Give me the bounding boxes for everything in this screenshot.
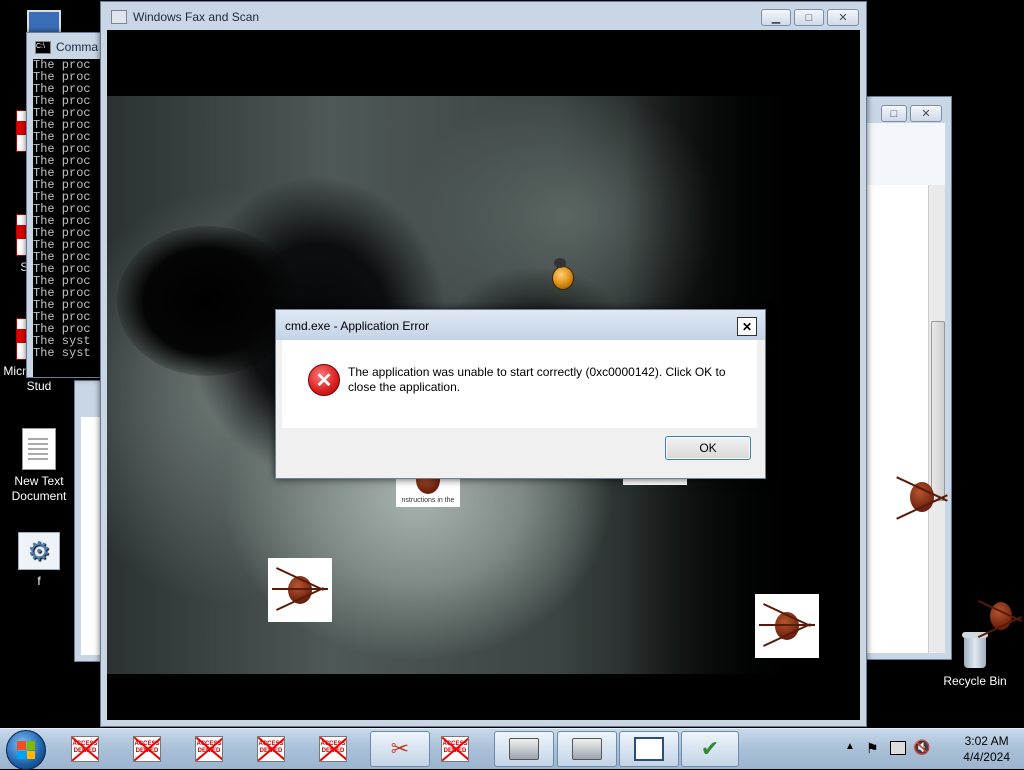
bug-sprite [546,258,578,290]
access-denied-icon: ACCESS DENIED [257,736,285,762]
taskbar-button-access-denied[interactable]: ACCESS DENIED [120,731,174,767]
clock-date: 4/4/2024 [963,750,1010,764]
console-line: The syst [33,346,91,360]
window-title: Comma [56,40,99,54]
network-icon[interactable] [890,741,906,755]
access-denied-icon: ACCESS DENIED [441,736,469,762]
printer-icon [572,738,602,760]
spider-caption: nstructions in the [401,497,455,504]
warning-checkmark-icon: ✔ [700,736,720,761]
taskbar-button-access-denied[interactable]: ACCESS DENIED [306,731,360,767]
taskbar-button-access-denied[interactable]: ACCESS DENIED [58,731,112,767]
desktop-icon-f[interactable]: ⚙ f [0,532,78,589]
taskbar-button-access-denied[interactable]: ACCESS DENIED [428,731,482,767]
spider-sprite [894,470,950,526]
volume-muted-icon[interactable]: 🔇 [913,739,930,756]
error-message: The application was unable to start corr… [348,365,726,394]
show-hidden-icons-button[interactable]: ▲ [845,741,855,752]
close-button[interactable]: ✕ [827,9,859,26]
spider-sprite: nstructions in the [396,476,460,507]
maximize-button[interactable]: □ [794,9,824,26]
ok-button-label: OK [699,441,717,455]
desktop-icon-label: New Text Document [11,474,67,503]
settings-gear-icon: ⚙ [18,532,60,570]
spider-sprite [976,592,1024,648]
taskbar-button-snipping-tool[interactable]: ✂ [370,731,430,767]
eye-shadow [117,226,297,376]
system-clock[interactable]: 3:02 AM 4/4/2024 [963,733,1010,765]
start-button[interactable] [6,730,46,770]
dialog-titlebar[interactable]: cmd.exe - Application Error ✕ [276,310,765,340]
desktop-icon-new-text-document[interactable]: New Text Document [0,428,78,504]
dialog-close-button[interactable]: ✕ [737,317,757,336]
taskbar-button-access-denied[interactable]: ACCESS DENIED [244,731,298,767]
spider-sprite [755,594,819,658]
application-error-dialog[interactable]: cmd.exe - Application Error ✕ ✕ The appl… [275,309,766,479]
spider-sprite [268,558,332,622]
vertical-scrollbar[interactable] [928,185,945,653]
flag-icon[interactable]: ⚑ [866,740,879,757]
taskbar-button-action-center[interactable]: ✔ [681,731,739,767]
windows-logo-icon [17,741,35,759]
close-icon: ✕ [741,319,753,334]
document-window-icon [634,737,664,761]
dialog-title: cmd.exe - Application Error [285,319,430,333]
taskbar-button-fax-scan[interactable] [494,731,554,767]
taskbar-button-access-denied[interactable]: ACCESS DENIED [182,731,236,767]
clock-time: 3:02 AM [964,734,1009,748]
error-icon: ✕ [308,364,340,396]
access-denied-icon: ACCESS DENIED [133,736,161,762]
window-title: Windows Fax and Scan [133,10,260,24]
access-denied-icon: ACCESS DENIED [71,736,99,762]
fax-scan-app-icon [111,10,127,24]
desktop-icon-label: Recycle Bin [943,674,1007,688]
close-button[interactable]: ✕ [910,105,942,122]
taskbar-button-fax-scan-2[interactable] [557,731,617,767]
access-denied-icon: ACCESS DENIED [195,736,223,762]
ok-button[interactable]: OK [665,436,751,460]
text-document-icon [22,428,56,470]
dialog-body: ✕ The application was unable to start co… [282,340,757,428]
maximize-button[interactable]: □ [881,105,907,122]
minimize-button[interactable]: ▁ [761,9,791,26]
desktop-icon-label: f [37,574,41,588]
titlebar[interactable]: Windows Fax and Scan [101,2,866,32]
taskbar: ACCESS DENIED ACCESS DENIED ACCESS DENIE… [0,728,1024,770]
cmd-icon: C:\ [35,40,51,54]
printer-icon [509,738,539,760]
taskbar-button-notepad[interactable] [619,731,679,767]
console-output: The proc The proc The proc The proc The proc… [33,59,103,377]
access-denied-icon: ACCESS DENIED [319,736,347,762]
scissors-icon: ✂ [390,736,410,761]
